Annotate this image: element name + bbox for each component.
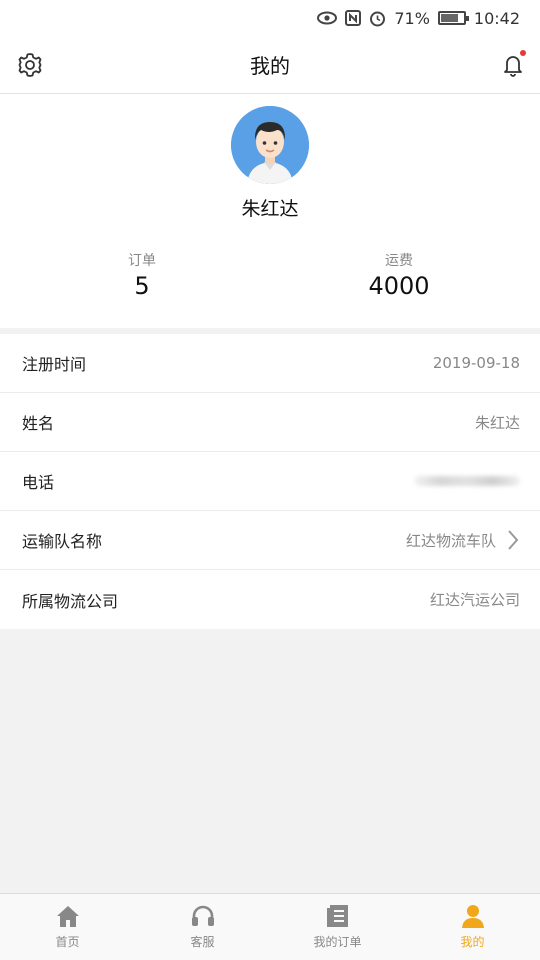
info-value: 红达物流车队	[405, 531, 496, 550]
info-row-company: 所属物流公司 红达汽运公司	[0, 570, 540, 629]
info-key: 电话	[22, 473, 55, 492]
freight-value: 4000	[368, 272, 430, 300]
info-value: 2019-09-18	[432, 354, 520, 372]
list-icon	[326, 905, 348, 927]
alarm-icon	[369, 10, 386, 27]
info-value-with-arrow: 红达物流车队	[406, 529, 520, 551]
info-row-name: 姓名 朱红达	[0, 393, 540, 452]
profile-card: 朱红达 订单 5 运费 4000	[0, 94, 540, 328]
gear-icon[interactable]	[16, 51, 44, 79]
info-key: 所属物流公司	[22, 591, 119, 611]
battery-percent: 71%	[394, 8, 430, 28]
page-title: 我的	[250, 54, 290, 78]
phone-value-redacted	[414, 476, 520, 486]
home-icon	[56, 906, 79, 927]
tab-mine[interactable]: 我的	[405, 894, 540, 960]
info-row-team-name[interactable]: 运输队名称 红达物流车队	[0, 511, 540, 570]
status-bar: 71% 10:42	[0, 0, 540, 36]
freight-stat[interactable]: 运费 4000	[299, 250, 499, 300]
tab-my-orders[interactable]: 我的订单	[270, 894, 405, 960]
info-key: 姓名	[22, 414, 55, 433]
orders-stat[interactable]: 订单 5	[42, 250, 242, 300]
info-key: 注册时间	[22, 355, 87, 374]
info-row-phone: 电话	[0, 452, 540, 511]
person-icon	[461, 905, 484, 928]
notification-dot	[520, 50, 526, 56]
tab-label: 客服	[190, 935, 215, 949]
info-value: 红达汽运公司	[429, 591, 520, 609]
orders-label: 订单	[128, 253, 156, 269]
tab-label: 我的订单	[313, 935, 362, 949]
eye-icon	[317, 11, 338, 25]
user-name: 朱红达	[241, 198, 299, 220]
battery-icon	[437, 11, 469, 25]
headset-icon	[191, 905, 214, 926]
tab-home[interactable]: 首页	[0, 894, 135, 960]
freight-label: 运费	[385, 253, 413, 269]
top-app-bar: 我的	[0, 36, 540, 94]
info-list: 注册时间 2019-09-18 姓名 朱红达 电话 运输队名称 红达物流车队 所…	[0, 334, 540, 629]
bottom-tab-bar: 首页 客服 我的订单 我的	[0, 893, 540, 960]
orders-value: 5	[134, 272, 150, 300]
tab-support[interactable]: 客服	[135, 894, 270, 960]
user-avatar[interactable]	[231, 106, 309, 184]
info-value: 朱红达	[474, 413, 520, 432]
chevron-right-icon	[508, 530, 519, 550]
nfc-icon	[345, 10, 362, 26]
info-row-register-date: 注册时间 2019-09-18	[0, 334, 540, 393]
tab-label: 首页	[55, 935, 80, 949]
clock-time: 10:42	[473, 8, 520, 28]
tab-label: 我的	[460, 935, 485, 949]
info-key: 运输队名称	[22, 532, 103, 551]
